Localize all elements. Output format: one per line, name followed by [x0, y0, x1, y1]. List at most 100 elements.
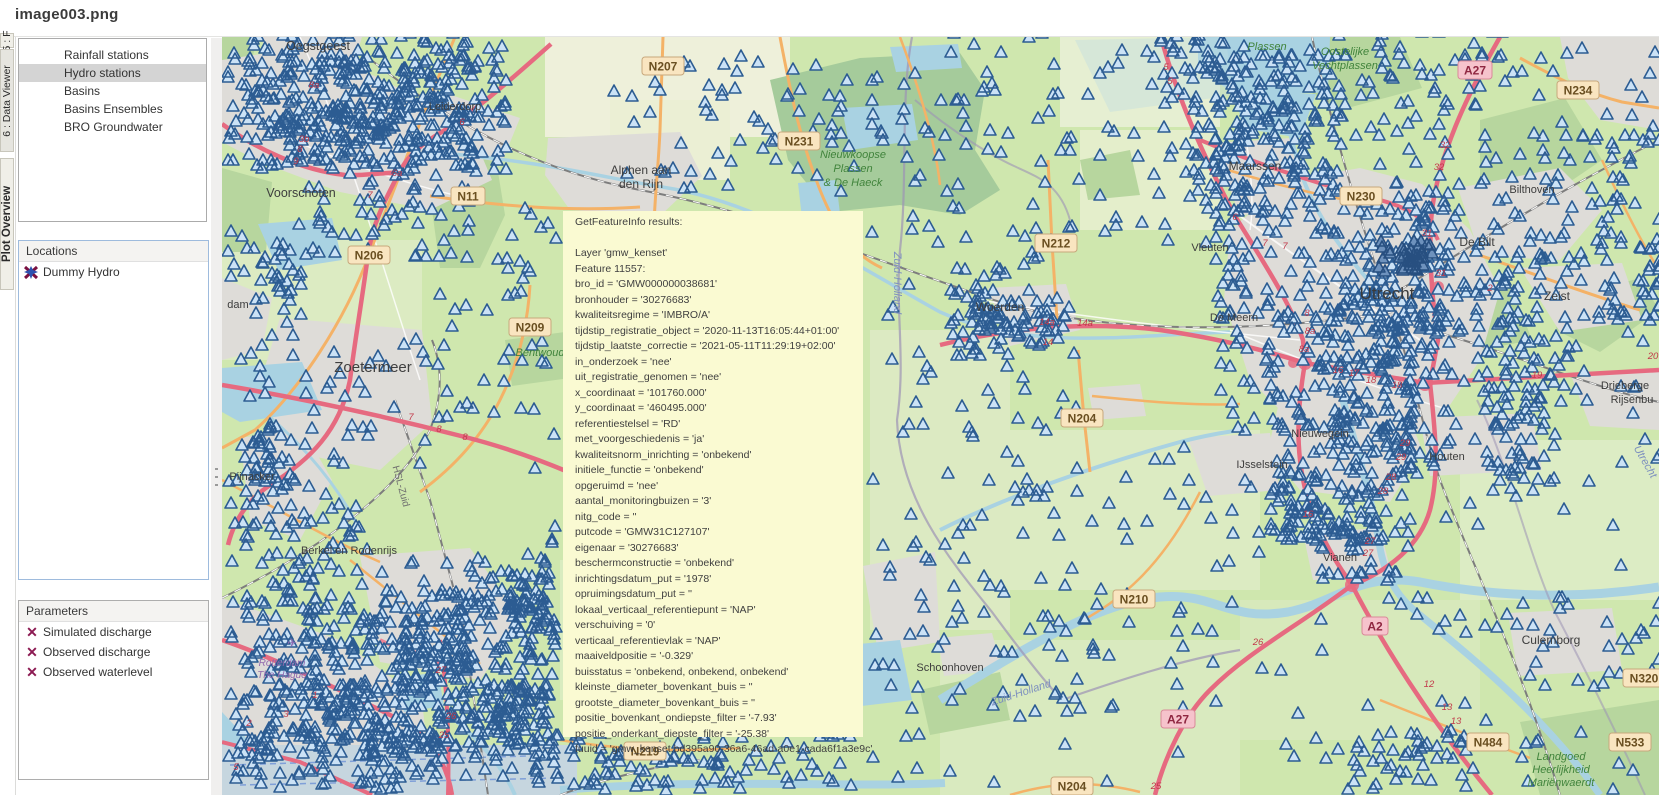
svg-text:N204: N204	[1068, 412, 1097, 426]
svg-text:& De Haeck: & De Haeck	[824, 177, 883, 189]
svg-text:2: 2	[1486, 283, 1493, 294]
svg-text:De Bilt: De Bilt	[1459, 235, 1495, 249]
svg-text:Zoetermeer: Zoetermeer	[334, 359, 412, 376]
svg-text:7: 7	[1262, 238, 1268, 249]
svg-text:13: 13	[1442, 702, 1453, 713]
svg-text:A27: A27	[1464, 64, 1486, 78]
svg-text:8: 8	[297, 144, 303, 155]
svg-text:Vianen: Vianen	[1323, 552, 1357, 564]
svg-text:31: 31	[1436, 268, 1447, 279]
svg-text:The Hague: The Hague	[257, 670, 307, 681]
svg-text:Zuid-Holland: Zuid-Holland	[891, 251, 903, 315]
svg-text:Berkel en Rodenrijs: Berkel en Rodenrijs	[301, 545, 397, 557]
svg-text:8: 8	[1304, 308, 1310, 319]
svg-text:den Rijn: den Rijn	[619, 177, 663, 191]
svg-text:1: 1	[312, 690, 317, 701]
svg-text:27: 27	[1364, 536, 1376, 547]
svg-text:Zeist: Zeist	[1544, 289, 1571, 303]
svg-text:26: 26	[1252, 637, 1264, 648]
svg-text:3: 3	[283, 709, 289, 720]
svg-text:Utrecht: Utrecht	[1360, 284, 1415, 303]
svg-text:7: 7	[367, 190, 373, 201]
svg-text:17: 17	[1349, 368, 1360, 379]
svg-text:14a: 14a	[1039, 317, 1055, 328]
svg-text:Maarssen: Maarssen	[1229, 159, 1282, 173]
svg-text:27: 27	[435, 665, 447, 676]
svg-text:Voorschoten: Voorschoten	[266, 186, 336, 200]
svg-text:A2: A2	[1367, 620, 1383, 634]
svg-text:31: 31	[1422, 228, 1433, 239]
svg-text:Culemborg: Culemborg	[1522, 633, 1581, 647]
svg-text:7: 7	[1282, 241, 1288, 252]
svg-text:Oostelijke: Oostelijke	[1321, 46, 1369, 58]
svg-text:5: 5	[1167, 76, 1173, 87]
svg-text:28: 28	[1377, 486, 1389, 497]
svg-text:Plassen: Plassen	[1247, 41, 1286, 53]
svg-text:N204: N204	[1058, 780, 1087, 794]
svg-text:6: 6	[1232, 212, 1238, 223]
svg-text:Plassen: Plassen	[833, 163, 872, 175]
svg-text:18: 18	[1366, 375, 1377, 386]
svg-text:28: 28	[1385, 472, 1397, 483]
svg-text:N320: N320	[1630, 672, 1659, 686]
svg-text:Nieuwkoopse: Nieuwkoopse	[820, 149, 886, 161]
svg-text:Landgoed: Landgoed	[1537, 751, 1587, 763]
svg-text:Schoonhoven: Schoonhoven	[916, 662, 983, 674]
svg-text:12: 12	[1424, 679, 1435, 690]
svg-text:dam: dam	[227, 299, 248, 311]
svg-text:Vleuten: Vleuten	[1191, 242, 1228, 254]
svg-text:Rotterdam: Rotterdam	[259, 658, 306, 669]
svg-text:16: 16	[1333, 365, 1344, 376]
svg-text:N11: N11	[457, 190, 479, 204]
svg-text:N231: N231	[785, 135, 814, 149]
svg-text:N533: N533	[1616, 736, 1645, 750]
svg-text:De Meern: De Meern	[1210, 312, 1258, 324]
svg-text:8: 8	[436, 424, 442, 435]
svg-text:N210: N210	[1120, 593, 1149, 607]
svg-text:Oegstgeest: Oegstgeest	[286, 39, 350, 53]
svg-text:Drieberge: Drieberge	[1601, 380, 1649, 392]
svg-text:20: 20	[1647, 351, 1659, 362]
svg-text:19: 19	[1532, 370, 1543, 381]
svg-text:8: 8	[462, 432, 468, 443]
svg-text:N234: N234	[1564, 84, 1593, 98]
svg-text:Vechtplassen: Vechtplassen	[1312, 60, 1378, 72]
svg-text:Houten: Houten	[1429, 451, 1464, 463]
svg-text:A27: A27	[1167, 713, 1189, 727]
svg-text:32: 32	[1440, 140, 1451, 151]
svg-text:13: 13	[1451, 716, 1462, 727]
svg-text:Pijnacker: Pijnacker	[229, 471, 275, 483]
svg-text:N209: N209	[516, 321, 545, 335]
svg-text:Bentwoud: Bentwoud	[516, 347, 566, 359]
svg-text:5: 5	[1163, 62, 1169, 73]
svg-text:32: 32	[1434, 162, 1445, 173]
svg-text:6: 6	[459, 117, 465, 128]
svg-text:N212: N212	[1042, 237, 1071, 251]
svg-text:N206: N206	[355, 249, 384, 263]
svg-text:14a: 14a	[1077, 318, 1093, 329]
svg-text:Heerlijkheid: Heerlijkheid	[1532, 764, 1590, 776]
svg-text:IJsselstein: IJsselstein	[1236, 459, 1287, 471]
svg-text:Woerden: Woerden	[976, 300, 1024, 314]
svg-text:2: 2	[245, 718, 252, 729]
svg-text:Rijsenbu: Rijsenbu	[1611, 394, 1654, 406]
svg-text:29: 29	[1399, 438, 1411, 449]
svg-text:27: 27	[1362, 548, 1374, 559]
svg-text:6a: 6a	[392, 168, 403, 179]
svg-text:N484: N484	[1474, 736, 1503, 750]
svg-text:8a: 8a	[309, 80, 320, 91]
svg-text:25: 25	[438, 730, 450, 741]
svg-text:Leiderdorp: Leiderdorp	[429, 101, 482, 113]
svg-text:16: 16	[1303, 509, 1314, 520]
svg-text:N230: N230	[1347, 190, 1376, 204]
svg-text:7: 7	[408, 412, 414, 423]
svg-text:26: 26	[445, 711, 457, 722]
svg-text:Mariënwaerdt: Mariënwaerdt	[1528, 777, 1596, 789]
svg-text:29: 29	[1395, 452, 1407, 463]
svg-text:25: 25	[1150, 781, 1162, 792]
svg-text:9: 9	[293, 156, 299, 167]
svg-text:18: 18	[1392, 380, 1403, 391]
svg-text:Alphen aan: Alphen aan	[611, 163, 672, 177]
svg-text:Nieuwegein: Nieuwegein	[1291, 428, 1348, 440]
svg-text:8a: 8a	[1299, 344, 1310, 355]
